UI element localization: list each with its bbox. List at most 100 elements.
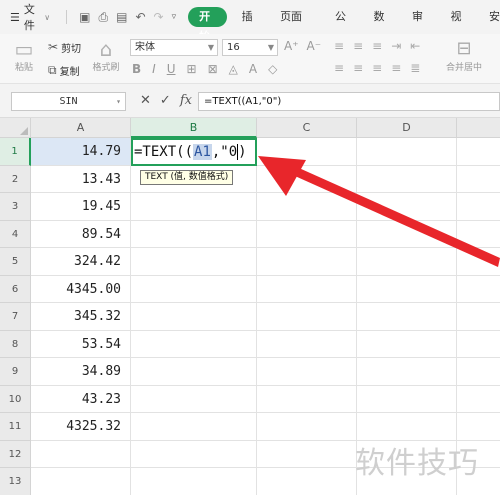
cell-e10[interactable] [457,386,500,413]
cell-e3[interactable] [457,193,500,221]
cell-e2[interactable] [457,166,500,193]
cell-a10[interactable]: 43.23 [31,385,131,413]
cell-e11[interactable] [457,413,500,441]
cell-a7[interactable]: 345.32 [31,303,131,331]
cell-e8[interactable] [457,331,500,358]
cell-b3[interactable] [131,193,257,221]
align-center-icon[interactable]: ≡ [353,61,363,75]
cell-d11[interactable] [357,413,457,441]
tab-data[interactable]: 数据 [363,0,401,57]
cell-b10[interactable] [131,385,257,413]
row-header-1[interactable]: 1 [0,138,31,166]
confirm-icon[interactable]: ✓ [160,93,171,108]
cell-c13[interactable] [257,468,357,495]
redo-icon[interactable]: ↷ [154,10,164,24]
row-header-2[interactable]: 2 [0,165,31,193]
cell-style-icon[interactable]: ⊠ [208,62,218,76]
formula-input[interactable]: =TEXT((A1,"0") [198,92,500,111]
cell-a5[interactable]: 324.42 [31,248,131,276]
underline-icon[interactable]: U [167,62,176,76]
row-header-9[interactable]: 9 [0,358,31,386]
cell-e5[interactable] [457,248,500,276]
increase-font-icon[interactable]: A⁺ [284,39,299,53]
cell-c3[interactable] [257,193,357,221]
paste-button[interactable]: ▭ 粘贴 [6,38,42,73]
print-preview-icon[interactable]: ▤ [116,10,127,24]
cut-button[interactable]: ✂ 剪切 [48,38,81,56]
tab-insert[interactable]: 插入 [231,0,269,57]
cell-d8[interactable] [357,330,457,358]
cell-e6[interactable] [457,276,500,303]
cell-c10[interactable] [257,385,357,413]
cell-a3[interactable]: 19.45 [31,193,131,221]
cancel-icon[interactable]: ✕ [140,93,151,108]
undo-icon[interactable]: ↶ [135,10,145,24]
cell-a6[interactable]: 4345.00 [31,275,131,303]
tab-formulas[interactable]: 公式 [324,0,362,57]
tab-view[interactable]: 视图 [439,0,477,57]
cell-b5[interactable] [131,248,257,276]
cell-b7[interactable] [131,303,257,331]
cell-c5[interactable] [257,248,357,276]
align-top-icon[interactable]: ≡ [334,39,344,53]
italic-icon[interactable]: I [152,62,156,76]
cell-e1[interactable] [457,138,500,166]
insert-function-icon[interactable]: fx [180,93,192,108]
file-menu[interactable]: ☰ 文件 ∨ [0,0,50,34]
column-header-d[interactable]: D [357,118,457,138]
active-cell-b1-editor[interactable]: =TEXT((A1,"0) [131,138,257,166]
cell-a2[interactable]: 13.43 [31,165,131,193]
row-header-5[interactable]: 5 [0,248,31,276]
decrease-font-icon[interactable]: A⁻ [307,39,322,53]
cell-c8[interactable] [257,330,357,358]
cell-c7[interactable] [257,303,357,331]
indent-icon[interactable]: ⇥ [391,39,401,53]
borders-icon[interactable]: ⊞ [187,62,197,76]
cell-a12[interactable] [31,440,131,468]
cell-b13[interactable] [131,468,257,495]
tab-home[interactable]: 开始 [188,7,227,43]
cell-c11[interactable] [257,413,357,441]
cell-a9[interactable]: 34.89 [31,358,131,386]
font-color-icon[interactable]: A [249,62,257,76]
cell-e4[interactable] [457,221,500,248]
cell-d5[interactable] [357,248,457,276]
bold-icon[interactable]: B [132,62,141,76]
cell-d3[interactable] [357,193,457,221]
cell-c12[interactable] [257,440,357,468]
select-all-corner[interactable] [0,118,31,138]
row-header-7[interactable]: 7 [0,303,31,331]
name-box[interactable]: SIN ▾ [11,92,126,111]
cell-e7[interactable] [457,303,500,331]
cell-d9[interactable] [357,358,457,386]
cell-a11[interactable]: 4325.32 [31,413,131,441]
cell-b11[interactable] [131,413,257,441]
merge-center-button[interactable]: ⊟ 合并居中 [446,38,482,73]
print-icon[interactable]: ⎙ [98,10,108,25]
tab-security[interactable]: 安 [478,0,500,34]
row-header-13[interactable]: 13 [0,468,31,495]
more-dropdown-icon[interactable]: ▿ [172,12,177,22]
row-header-11[interactable]: 11 [0,413,31,441]
font-size-select[interactable]: 16 ▼ [222,39,278,56]
cell-d10[interactable] [357,385,457,413]
cell-d1[interactable] [357,138,457,166]
row-header-6[interactable]: 6 [0,275,31,303]
cell-b4[interactable] [131,220,257,248]
cell-d6[interactable] [357,275,457,303]
outdent-icon[interactable]: ⇤ [410,39,420,53]
cell-b12[interactable] [131,440,257,468]
cell-b6[interactable] [131,275,257,303]
cell-c1[interactable] [257,138,357,166]
align-middle-icon[interactable]: ≡ [353,39,363,53]
tab-page-layout[interactable]: 页面布局 [269,0,324,57]
cell-a13[interactable] [31,468,131,495]
column-header-e[interactable] [457,118,500,138]
cell-c2[interactable] [257,165,357,193]
tab-review[interactable]: 审阅 [401,0,439,57]
cell-a1[interactable]: 14.79 [31,138,131,166]
font-name-select[interactable]: 宋体 ▼ [130,39,218,56]
align-left-icon[interactable]: ≡ [334,61,344,75]
justify-icon[interactable]: ≡ [391,61,401,75]
clear-format-icon[interactable]: ◇ [268,62,277,76]
